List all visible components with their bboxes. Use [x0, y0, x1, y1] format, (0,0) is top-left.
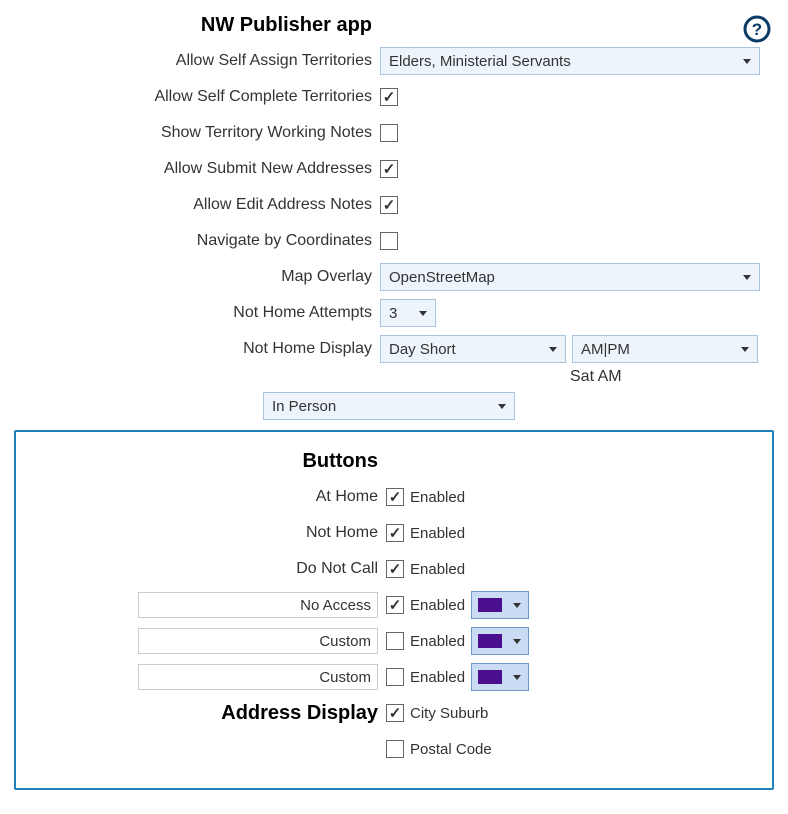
not-home-display-time-value: AM|PM	[581, 341, 630, 358]
allow-edit-address-notes-checkbox[interactable]	[380, 196, 398, 214]
button-label-2: Do Not Call	[16, 560, 386, 578]
postal-code-label: Postal Code	[410, 741, 492, 758]
map-overlay-select[interactable]: OpenStreetMap	[380, 263, 760, 291]
button-enabled-label-0: Enabled	[410, 489, 465, 506]
button-label-input-3[interactable]	[138, 592, 378, 618]
allow-self-assign-territories-value: Elders, Ministerial Servants	[389, 53, 571, 70]
button-enabled-label-5: Enabled	[410, 669, 465, 686]
button-color-picker-3[interactable]	[471, 591, 529, 619]
not-home-display-example: Sat AM	[10, 368, 778, 386]
not-home-display-time-select[interactable]: AM|PM	[572, 335, 758, 363]
button-enabled-checkbox-2[interactable]	[386, 560, 404, 578]
contact-method-select[interactable]: In Person	[263, 392, 515, 420]
help-icon[interactable]: ?	[742, 14, 772, 44]
not-home-attempts-select[interactable]: 3	[380, 299, 436, 327]
allow-edit-address-notes-label: Allow Edit Address Notes	[10, 196, 380, 214]
button-enabled-checkbox-3[interactable]	[386, 596, 404, 614]
not-home-attempts-value: 3	[389, 305, 397, 322]
button-label-0: At Home	[16, 488, 386, 506]
buttons-title: Buttons	[16, 450, 386, 473]
button-label-input-4[interactable]	[138, 628, 378, 654]
button-color-swatch-4	[478, 634, 502, 648]
button-enabled-label-4: Enabled	[410, 633, 465, 650]
address-display-title: Address Display	[16, 702, 386, 725]
allow-self-complete-territories-checkbox[interactable]	[380, 88, 398, 106]
button-color-swatch-5	[478, 670, 502, 684]
navigate-by-coordinates-checkbox[interactable]	[380, 232, 398, 250]
show-territory-working-notes-checkbox[interactable]	[380, 124, 398, 142]
svg-text:?: ?	[752, 20, 762, 39]
button-color-picker-5[interactable]	[471, 663, 529, 691]
buttons-panel: Buttons At Home Enabled Not Home Enabled Do …	[14, 430, 774, 790]
navigate-by-coordinates-label: Navigate by Coordinates	[10, 232, 380, 250]
city-suburb-checkbox[interactable]	[386, 704, 404, 722]
button-enabled-label-1: Enabled	[410, 525, 465, 542]
page-title: NW Publisher app	[10, 14, 380, 37]
button-enabled-checkbox-1[interactable]	[386, 524, 404, 542]
show-territory-working-notes-label: Show Territory Working Notes	[10, 124, 380, 142]
button-enabled-checkbox-5[interactable]	[386, 668, 404, 686]
allow-self-assign-territories-select[interactable]: Elders, Ministerial Servants	[380, 47, 760, 75]
button-enabled-label-3: Enabled	[410, 597, 465, 614]
button-label-1: Not Home	[16, 524, 386, 542]
button-enabled-checkbox-4[interactable]	[386, 632, 404, 650]
allow-self-assign-territories-label: Allow Self Assign Territories	[10, 52, 380, 70]
not-home-display-label: Not Home Display	[10, 340, 380, 358]
not-home-attempts-label: Not Home Attempts	[10, 304, 380, 322]
postal-code-checkbox[interactable]	[386, 740, 404, 758]
button-label-input-5[interactable]	[138, 664, 378, 690]
map-overlay-value: OpenStreetMap	[389, 269, 495, 286]
map-overlay-label: Map Overlay	[10, 268, 380, 286]
contact-method-value: In Person	[272, 398, 336, 415]
not-home-display-day-value: Day Short	[389, 341, 456, 358]
button-enabled-checkbox-0[interactable]	[386, 488, 404, 506]
button-color-swatch-3	[478, 598, 502, 612]
allow-submit-new-addresses-checkbox[interactable]	[380, 160, 398, 178]
button-enabled-label-2: Enabled	[410, 561, 465, 578]
allow-self-complete-territories-label: Allow Self Complete Territories	[10, 88, 380, 106]
not-home-display-day-select[interactable]: Day Short	[380, 335, 566, 363]
button-color-picker-4[interactable]	[471, 627, 529, 655]
city-suburb-label: City Suburb	[410, 705, 488, 722]
allow-submit-new-addresses-label: Allow Submit New Addresses	[10, 160, 380, 178]
